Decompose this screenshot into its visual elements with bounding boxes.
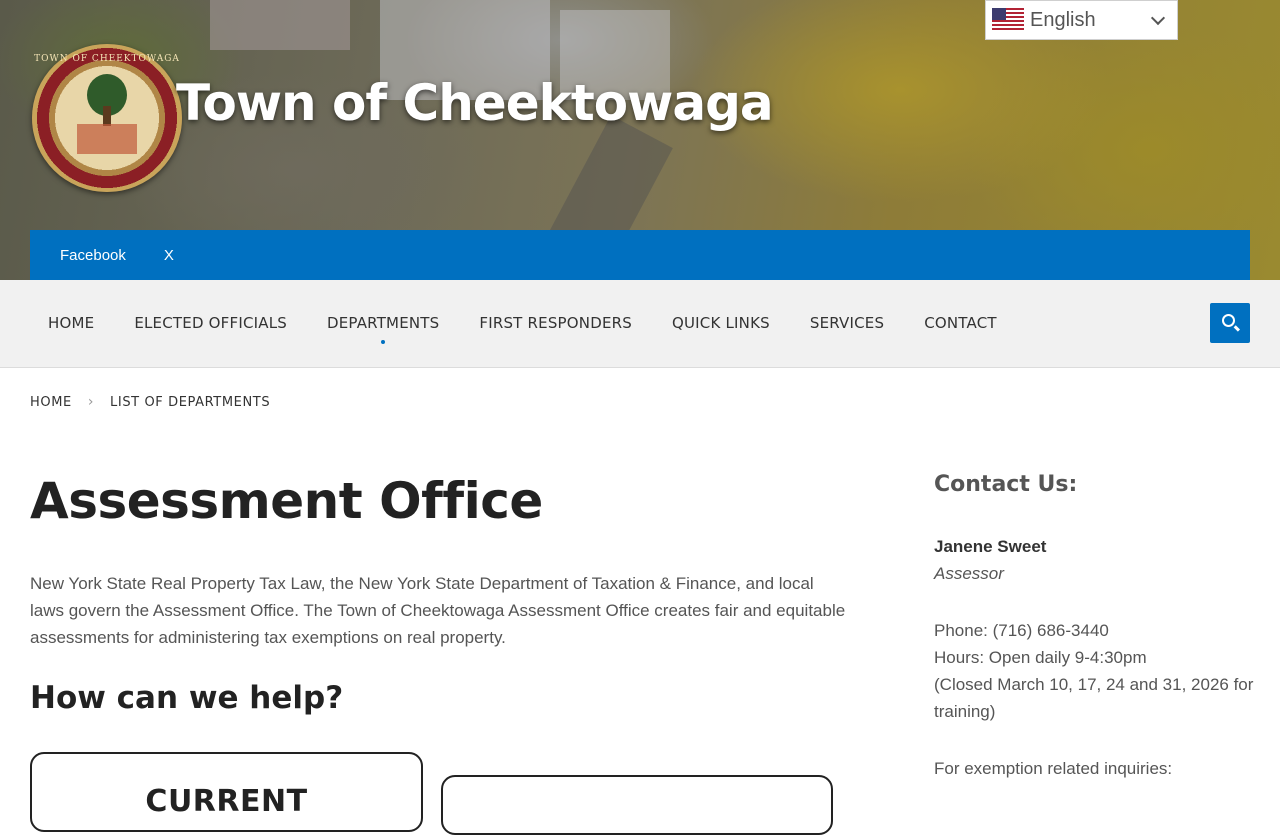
service-card[interactable]: CURRENT bbox=[30, 752, 423, 832]
language-select[interactable]: English bbox=[985, 0, 1178, 40]
intro-text: New York State Real Property Tax Law, th… bbox=[30, 574, 846, 647]
nav-item-quick-links[interactable]: QUICK LINKS bbox=[672, 314, 770, 332]
facebook-link[interactable]: Facebook bbox=[60, 247, 126, 264]
chevron-down-icon bbox=[1150, 10, 1166, 26]
us-flag-icon bbox=[992, 8, 1024, 32]
seal-trunk-icon bbox=[103, 106, 111, 126]
service-card-title: CURRENT bbox=[145, 784, 308, 819]
seal-emblem-icon bbox=[77, 124, 137, 154]
contact-heading: Contact Us: bbox=[934, 472, 1078, 497]
language-label: English bbox=[1030, 8, 1096, 31]
nav-item-contact[interactable]: CONTACT bbox=[924, 314, 997, 332]
contact-phone[interactable]: Phone: (716) 686-3440 bbox=[934, 617, 1254, 644]
nav-item-departments[interactable]: DEPARTMENTS bbox=[327, 314, 439, 344]
x-link[interactable]: X bbox=[164, 247, 174, 264]
contact-name: Janene Sweet bbox=[934, 537, 1047, 556]
breadcrumb-current[interactable]: LIST OF DEPARTMENTS bbox=[110, 395, 270, 410]
town-seal-logo[interactable]: TOWN OF CHEEKTOWAGA bbox=[32, 44, 182, 192]
nav-item-first-responders[interactable]: FIRST RESPONDERS bbox=[479, 314, 632, 332]
help-heading: How can we help? bbox=[30, 680, 344, 716]
search-button[interactable] bbox=[1210, 303, 1250, 343]
nav-item-services[interactable]: SERVICES bbox=[810, 314, 884, 332]
contact-closure-note: (Closed March 10, 17, 24 and 31, 2026 fo… bbox=[934, 675, 1254, 721]
nav-item-home[interactable]: HOME bbox=[48, 314, 94, 332]
main-nav: HOME ELECTED OFFICIALS DEPARTMENTS FIRST… bbox=[0, 280, 1280, 368]
hero-photo-house bbox=[210, 0, 350, 50]
nav-item-elected-officials[interactable]: ELECTED OFFICIALS bbox=[134, 314, 287, 332]
breadcrumb-home[interactable]: HOME bbox=[30, 395, 72, 410]
exemption-inquiries-label: For exemption related inquiries: bbox=[934, 759, 1173, 778]
contact-hours: Hours: Open daily 9-4:30pm bbox=[934, 648, 1147, 667]
chevron-right-icon: › bbox=[87, 394, 95, 410]
page-title: Assessment Office bbox=[30, 472, 543, 530]
site-title[interactable]: Town of Cheektowaga bbox=[176, 74, 774, 132]
service-card[interactable] bbox=[441, 775, 833, 835]
breadcrumb: HOME › LIST OF DEPARTMENTS bbox=[30, 394, 270, 410]
contact-role: Assessor bbox=[934, 564, 1004, 583]
search-icon bbox=[1222, 314, 1235, 327]
social-bar: Facebook X bbox=[30, 230, 1250, 280]
seal-text: TOWN OF CHEEKTOWAGA bbox=[34, 54, 180, 64]
